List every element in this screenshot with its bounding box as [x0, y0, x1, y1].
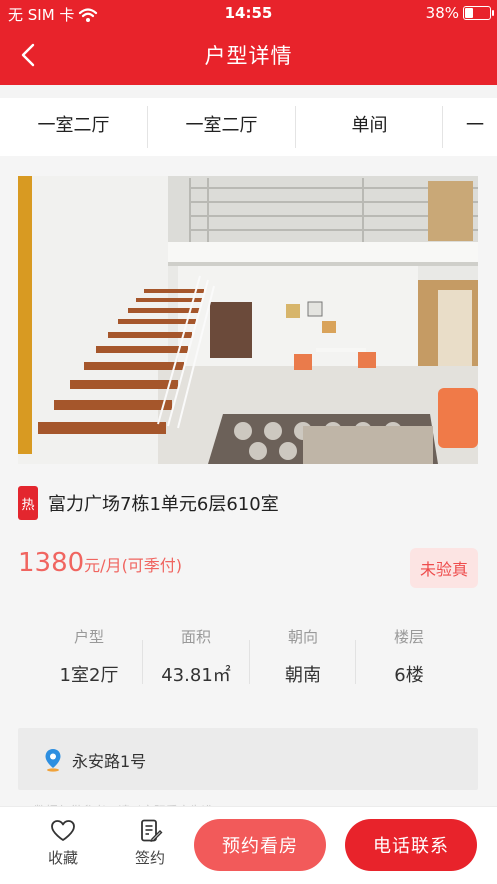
sign-button[interactable]: 签约	[120, 819, 180, 868]
info-layout: 户型 1室2厅	[36, 626, 142, 687]
info-value: 43.81㎡	[161, 665, 231, 686]
clock: 14:55	[224, 4, 273, 22]
document-edit-icon	[141, 819, 163, 842]
price-number: 1380	[18, 548, 85, 578]
info-label: 楼层	[393, 628, 424, 646]
room-type-tabs: 一室二厅 一室二厅 单间 一	[0, 98, 497, 156]
header: 无 SIM 卡 14:55 38% 户型详情	[0, 0, 497, 85]
info-label: 户型	[73, 628, 104, 646]
info-label: 朝向	[287, 628, 318, 646]
loft-interior-illustration	[18, 176, 478, 464]
tab-room-type-2[interactable]: 一室二厅	[148, 98, 295, 156]
tab-room-type-3[interactable]: 单间	[296, 98, 443, 156]
battery-percent: 38%	[425, 4, 459, 22]
book-viewing-button[interactable]: 预约看房	[194, 819, 326, 871]
sign-label: 签约	[134, 849, 165, 867]
tab-divider	[442, 106, 443, 148]
info-floor: 楼层 6楼	[356, 626, 462, 687]
price: 1380元/月(可季付)	[18, 548, 182, 578]
property-info: 户型 1室2厅 面积 43.81㎡ 朝向 朝南 楼层 6楼	[36, 626, 462, 696]
call-button[interactable]: 电话联系	[345, 819, 477, 871]
tab-room-type-1[interactable]: 一室二厅	[0, 98, 147, 156]
hot-badge: 热	[18, 486, 38, 520]
info-value: 朝南	[285, 665, 321, 686]
listing-photo[interactable]	[18, 176, 478, 464]
battery-icon	[463, 6, 494, 20]
bottom-action-bar: 收藏 签约 预约看房 电话联系	[0, 806, 497, 884]
verification-badge: 未验真	[410, 548, 478, 588]
status-bar: 无 SIM 卡 14:55 38%	[0, 0, 497, 28]
price-unit: 元/月(可季付)	[84, 556, 183, 575]
heart-icon	[51, 820, 75, 841]
info-orientation: 朝向 朝南	[250, 626, 356, 687]
location-pin-icon	[45, 749, 61, 772]
status-right: 38%	[425, 4, 494, 22]
info-area: 面积 43.81㎡	[143, 626, 249, 687]
page-title: 户型详情	[204, 44, 293, 68]
info-label: 面积	[180, 628, 211, 646]
tab-room-type-4[interactable]: 一	[466, 98, 497, 156]
favorite-label: 收藏	[47, 849, 78, 867]
info-value: 6楼	[394, 665, 424, 686]
location-text: 永安路1号	[72, 752, 147, 771]
favorite-button[interactable]: 收藏	[33, 819, 93, 868]
listing-detail: 热 富力广场7栋1单元6层610室 1380元/月(可季付) 未验真 户型 1室…	[0, 156, 497, 818]
location-row[interactable]: 永安路1号	[18, 728, 478, 790]
info-value: 1室2厅	[59, 665, 119, 686]
listing-address: 富力广场7栋1单元6层610室	[48, 494, 279, 515]
